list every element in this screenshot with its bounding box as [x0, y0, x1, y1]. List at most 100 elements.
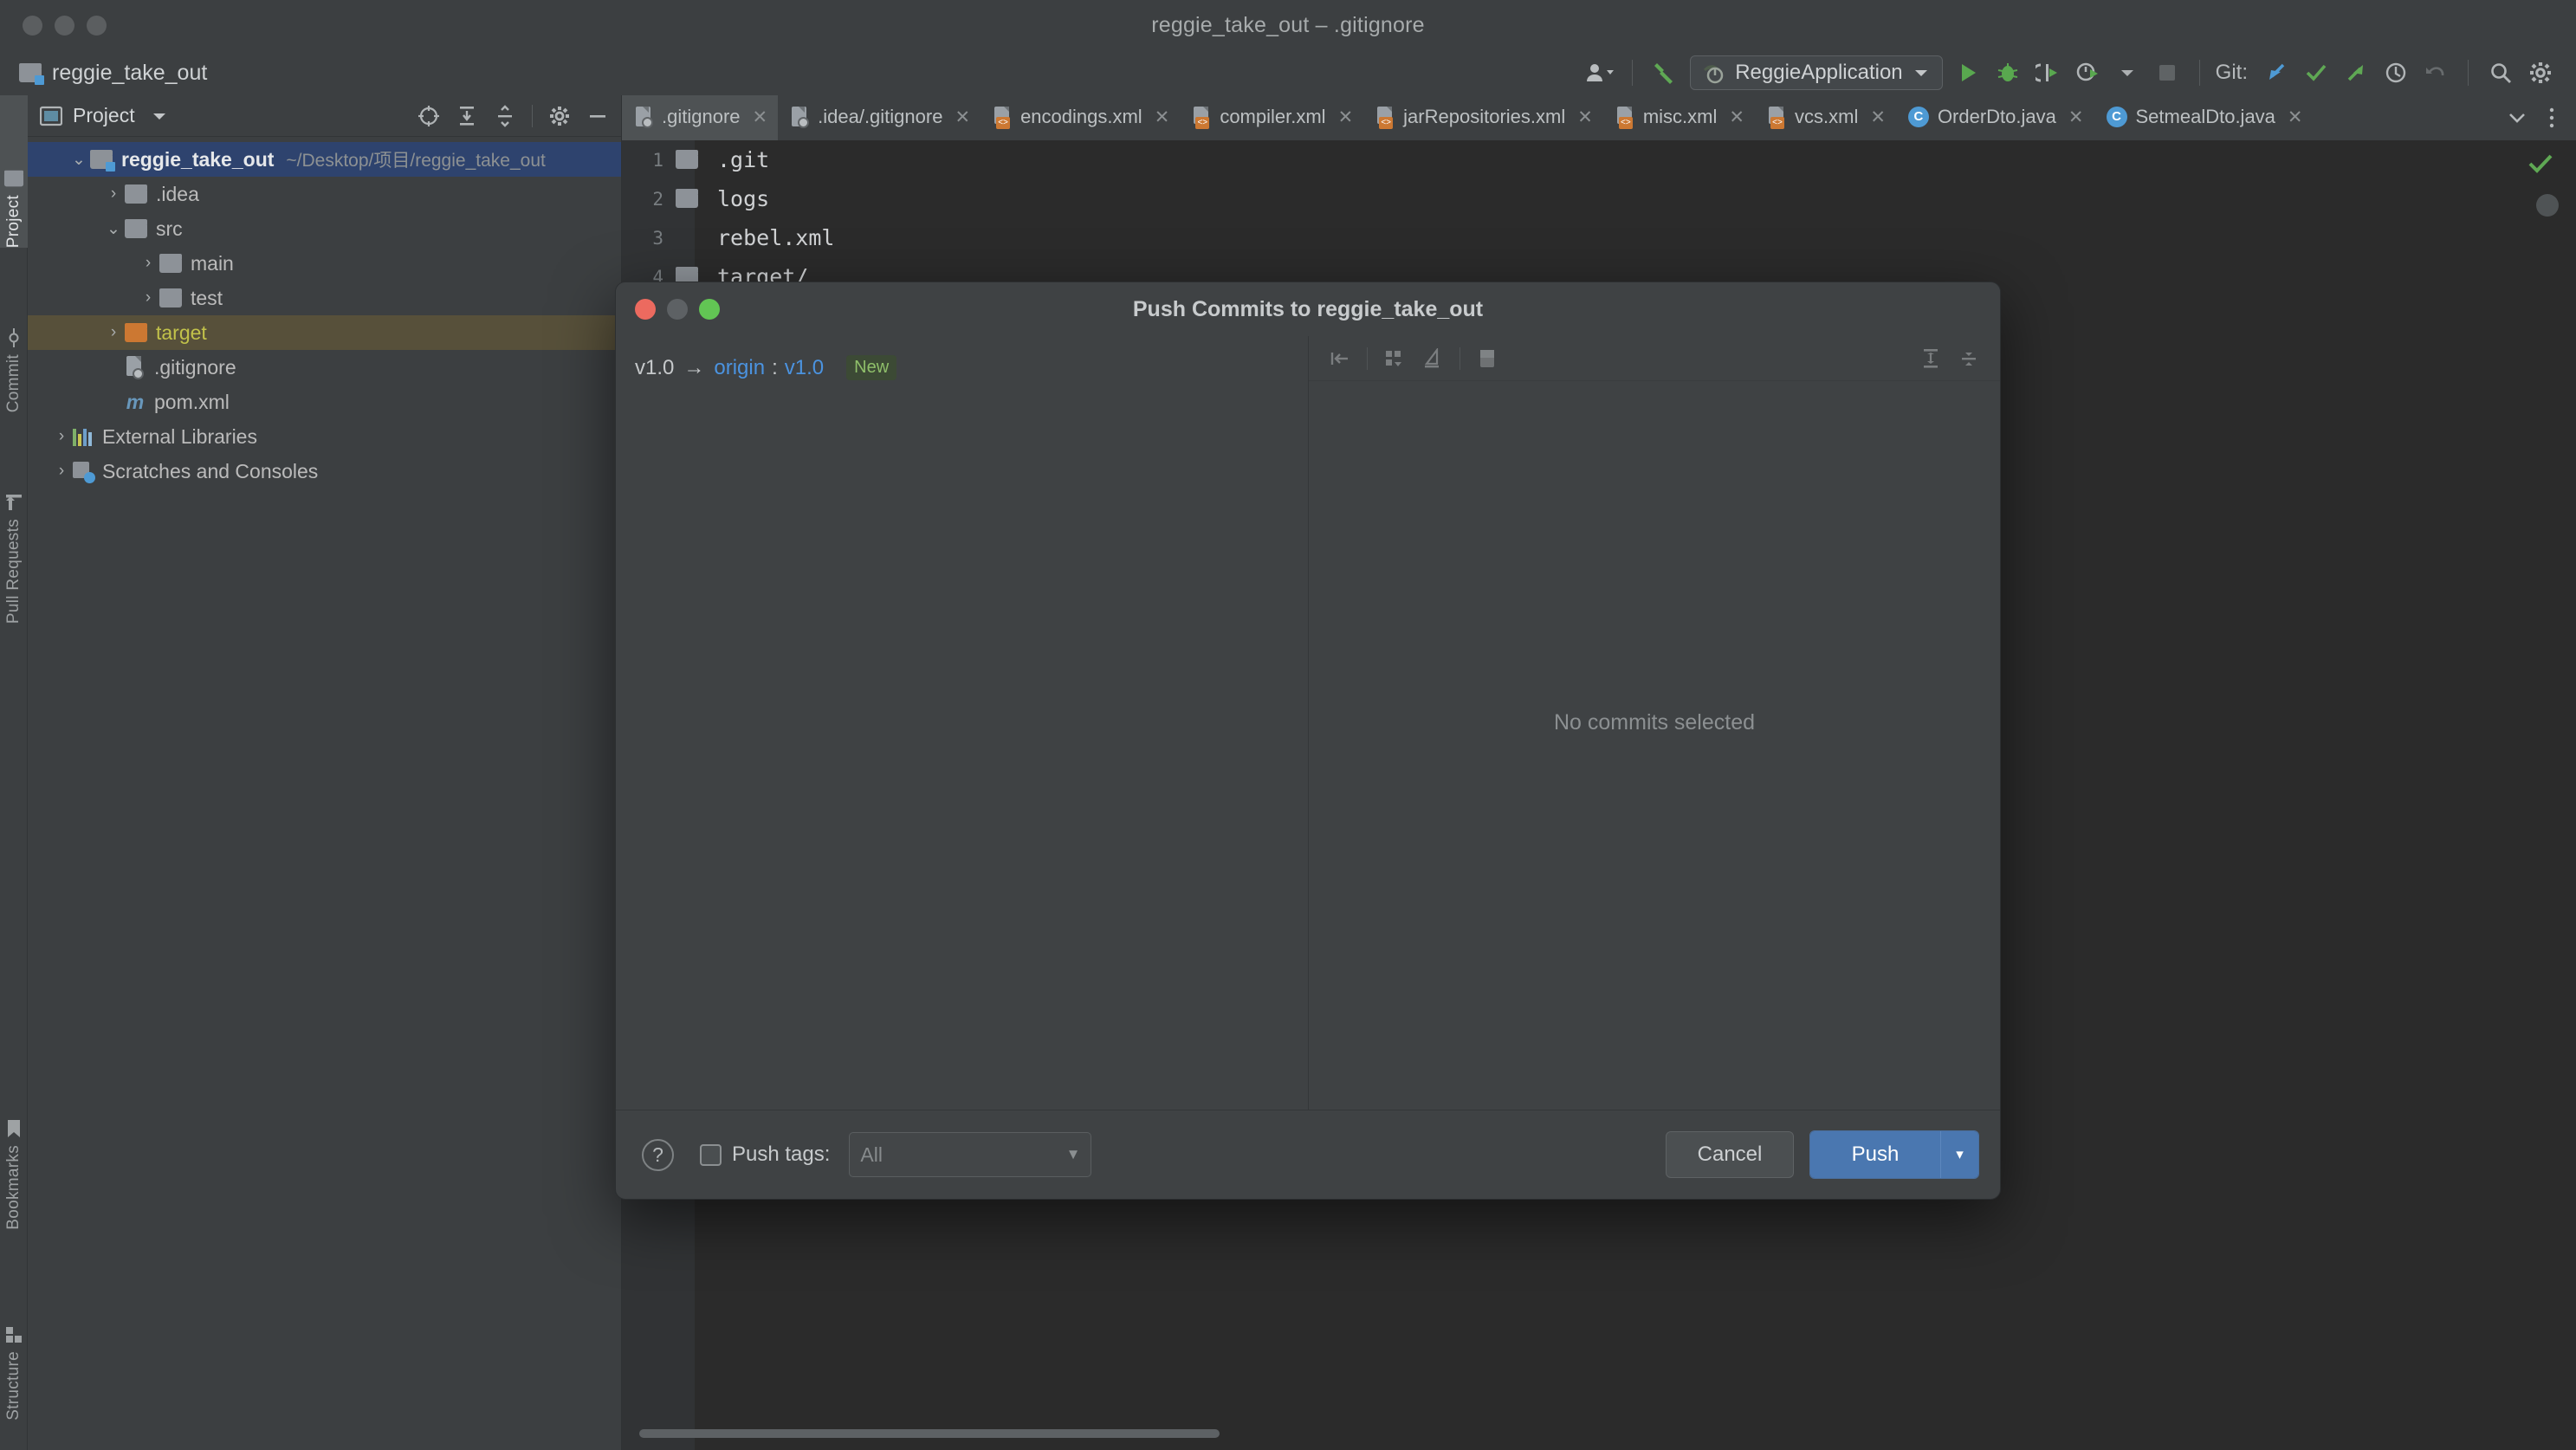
toolbar-separator-3: [2468, 60, 2469, 86]
project-widget-label: reggie_take_out: [52, 61, 207, 86]
close-tab-icon[interactable]: ✕: [1729, 107, 1744, 128]
push-remote-name[interactable]: origin: [714, 356, 765, 380]
close-tab-icon[interactable]: ✕: [2288, 107, 2303, 128]
window-titlebar: reggie_take_out – .gitignore: [0, 0, 2576, 50]
settings-icon[interactable]: [2521, 54, 2560, 92]
close-tab-icon[interactable]: ✕: [1155, 107, 1170, 128]
gitignore-file-icon: [125, 356, 146, 379]
sidebar-item-commit[interactable]: Commit: [0, 256, 28, 412]
tab-orderdto-java[interactable]: C OrderDto.java ✕: [1896, 95, 2094, 140]
tab-gitignore[interactable]: .gitignore ✕: [622, 95, 778, 140]
folder-icon: [159, 288, 182, 307]
scratches-icon: [73, 462, 94, 481]
hide-panel-icon[interactable]: [579, 99, 616, 133]
tree-node-idea[interactable]: › .idea: [28, 177, 621, 211]
git-commit-icon[interactable]: [2296, 54, 2336, 92]
git-rollback-icon[interactable]: [2416, 54, 2456, 92]
tree-node-main[interactable]: › main: [28, 246, 621, 281]
git-push-icon[interactable]: [2336, 54, 2376, 92]
close-tab-icon[interactable]: ✕: [1338, 107, 1354, 128]
run-with-coverage-icon[interactable]: [2028, 54, 2068, 92]
debug-icon[interactable]: [1988, 54, 2028, 92]
close-tab-icon[interactable]: ✕: [2068, 107, 2084, 128]
inspections-ok-icon[interactable]: [2527, 152, 2553, 178]
tab-label: compiler.xml: [1220, 106, 1325, 128]
project-panel-title: Project: [73, 104, 135, 127]
run-configuration-selector[interactable]: ReggieApplication: [1690, 55, 1942, 90]
folder-icon: [125, 219, 147, 238]
account-icon[interactable]: [1580, 54, 1620, 92]
tree-node-path: ~/Desktop/项目/reggie_take_out: [286, 146, 545, 172]
push-tags-checkbox[interactable]: [700, 1144, 722, 1166]
push-tags-checkbox-wrap[interactable]: Push tags:: [700, 1143, 830, 1167]
tab-setmealdto-java[interactable]: C SetmealDto.java ✕: [2094, 95, 2314, 140]
close-tab-icon[interactable]: ✕: [1577, 107, 1593, 128]
line-number: 2: [622, 189, 663, 210]
java-class-icon: C: [1908, 107, 1929, 127]
search-everywhere-icon[interactable]: [2481, 54, 2521, 92]
tab-jarrepositories-xml[interactable]: <> jarRepositories.xml ✕: [1363, 95, 1603, 140]
collapse-all-icon[interactable]: [487, 99, 523, 133]
tab-encodings-xml[interactable]: <> encodings.xml ✕: [981, 95, 1180, 140]
git-history-icon[interactable]: [2376, 54, 2416, 92]
tab-label: .gitignore: [662, 106, 741, 128]
git-update-project-icon[interactable]: [2256, 54, 2296, 92]
tab-vcs-xml[interactable]: <> vcs.xml ✕: [1755, 95, 1896, 140]
push-target-branch[interactable]: v1.0: [785, 356, 824, 380]
push-source-branch: v1.0: [635, 356, 674, 380]
push-tags-select[interactable]: All ▼: [849, 1132, 1091, 1177]
tree-node-src[interactable]: ⌄ src: [28, 211, 621, 246]
tab-options-icon[interactable]: [2534, 95, 2569, 140]
build-hammer-icon[interactable]: [1645, 54, 1685, 92]
close-tab-icon[interactable]: ✕: [955, 107, 970, 128]
expand-arrow-icon[interactable]: ›: [102, 184, 125, 204]
expand-arrow-icon[interactable]: ⌄: [68, 150, 90, 170]
profiler-dropdown-icon[interactable]: [2107, 54, 2147, 92]
expand-arrow-icon[interactable]: ›: [50, 462, 73, 481]
tab-idea-gitignore[interactable]: .idea/.gitignore ✕: [778, 95, 981, 140]
push-options-dropdown[interactable]: ▾: [1940, 1131, 1978, 1178]
tree-node-pom-xml[interactable]: › m pom.xml: [28, 385, 621, 419]
tree-node-test[interactable]: › test: [28, 281, 621, 315]
close-tab-icon[interactable]: ✕: [753, 107, 768, 128]
expand-all-icon[interactable]: [449, 99, 485, 133]
sidebar-item-structure[interactable]: Structure: [0, 1247, 28, 1421]
show-hidden-tabs-icon[interactable]: [2500, 95, 2534, 140]
push-targets-pane[interactable]: v1.0 → origin : v1.0 New: [616, 336, 1309, 1110]
toolbar-separator: [1632, 60, 1633, 86]
sidebar-item-project[interactable]: Project: [0, 95, 28, 248]
chevron-down-icon: [1913, 67, 1930, 79]
project-widget[interactable]: reggie_take_out: [19, 61, 207, 86]
tab-misc-xml[interactable]: <> misc.xml ✕: [1603, 95, 1755, 140]
sidebar-item-bookmarks[interactable]: Bookmarks: [0, 1044, 28, 1230]
chevron-down-icon[interactable]: [151, 110, 168, 122]
run-icon[interactable]: [1948, 54, 1988, 92]
tree-node-scratches-and-consoles[interactable]: › Scratches and Consoles: [28, 454, 621, 489]
help-button[interactable]: ?: [642, 1139, 674, 1171]
folder-icon: [159, 254, 182, 273]
expand-arrow-icon[interactable]: ›: [137, 288, 159, 307]
tree-node-external-libraries[interactable]: › External Libraries: [28, 419, 621, 454]
expand-arrow-icon[interactable]: ›: [102, 323, 125, 342]
tree-node-reggie-take-out[interactable]: ⌄ reggie_take_out ~/Desktop/项目/reggie_ta…: [28, 142, 621, 177]
toolbar-actions: ReggieApplication: [1580, 50, 2560, 95]
expand-arrow-icon[interactable]: ›: [137, 254, 159, 273]
expand-arrow-icon[interactable]: ›: [50, 427, 73, 446]
tree-node-gitignore[interactable]: › .gitignore: [28, 350, 621, 385]
tab-compiler-xml[interactable]: <> compiler.xml ✕: [1180, 95, 1363, 140]
push-spec-row[interactable]: v1.0 → origin : v1.0 New: [616, 336, 1308, 380]
editor-marker-handle[interactable]: [2536, 194, 2559, 217]
folder-icon: [4, 170, 23, 186]
push-button[interactable]: Push: [1810, 1131, 1940, 1178]
expand-arrow-icon[interactable]: ⌄: [102, 219, 125, 239]
stop-icon[interactable]: [2147, 54, 2187, 92]
tree-node-target[interactable]: › target: [28, 315, 621, 350]
sidebar-item-pull-requests[interactable]: Pull Requests: [0, 424, 28, 624]
options-gear-icon[interactable]: [541, 99, 578, 133]
close-tab-icon[interactable]: ✕: [1870, 107, 1886, 128]
select-opened-file-icon[interactable]: [411, 99, 447, 133]
push-commits-dialog: Push Commits to reggie_take_out v1.0 → o…: [615, 282, 2001, 1200]
cancel-button[interactable]: Cancel: [1666, 1131, 1794, 1178]
profiler-icon[interactable]: [2068, 54, 2107, 92]
editor-horizontal-scrollbar[interactable]: [639, 1429, 1220, 1438]
